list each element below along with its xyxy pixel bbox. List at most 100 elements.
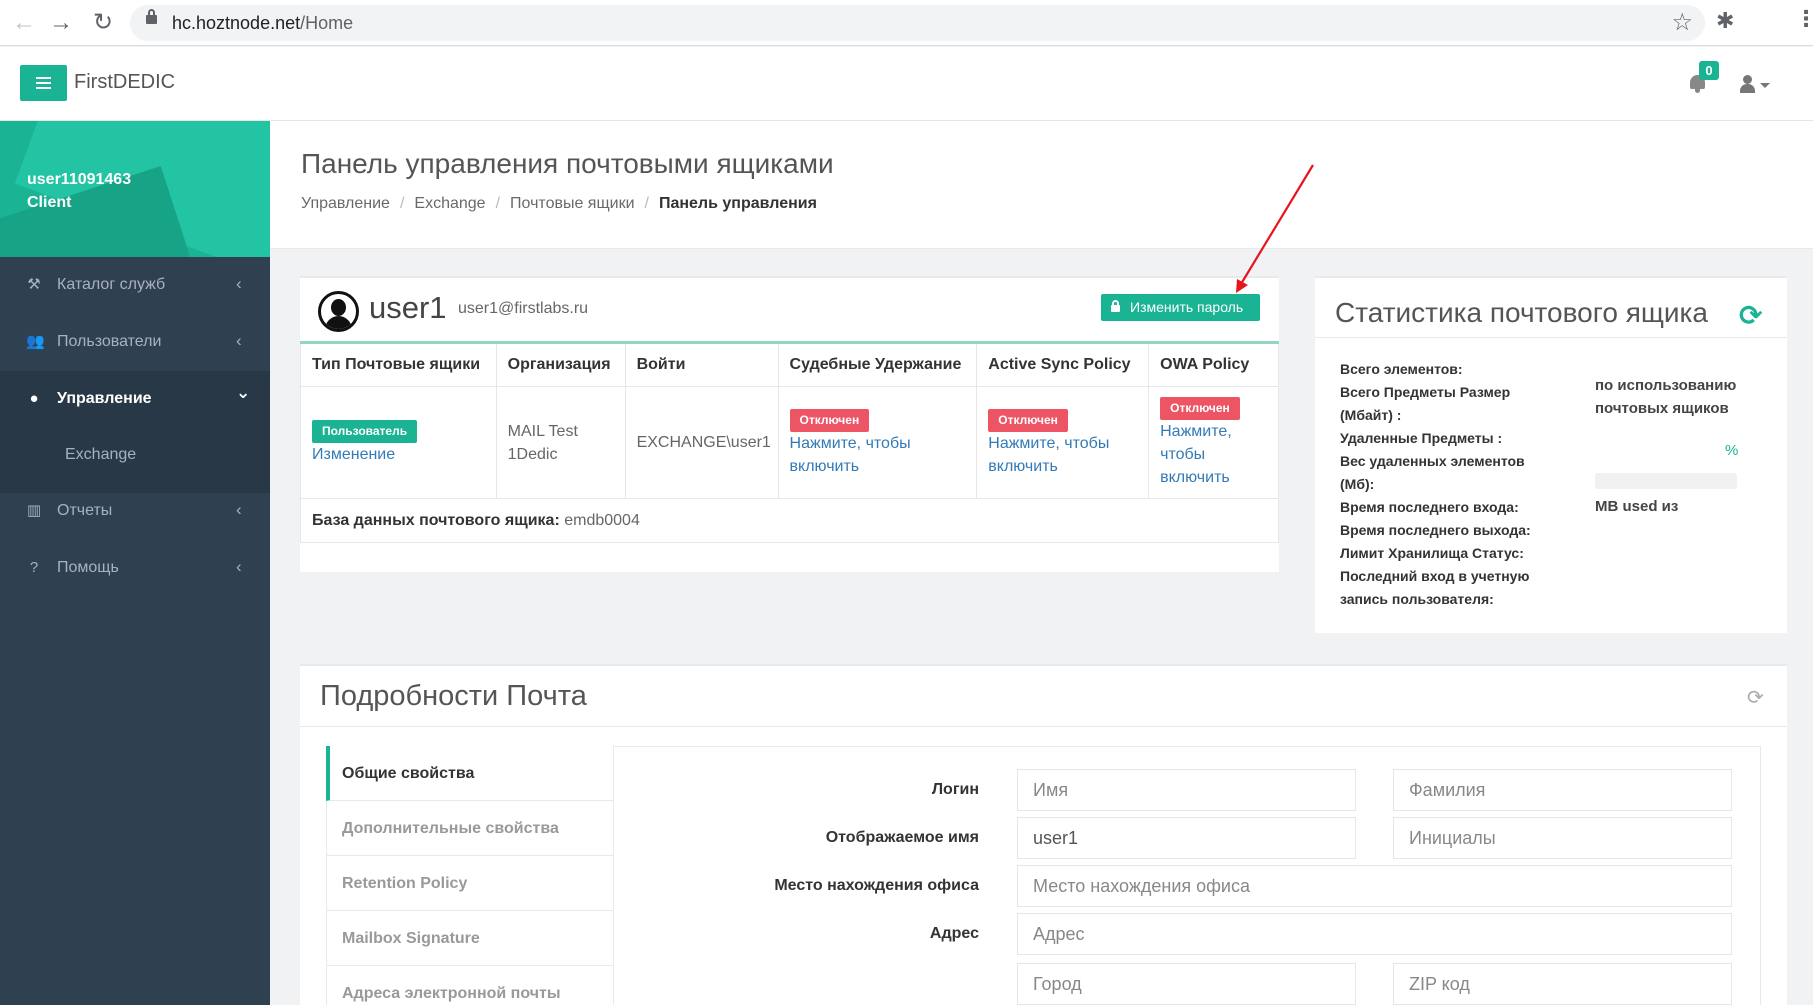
enable-owa-link[interactable]: Нажмите, чтобы включить	[1160, 420, 1240, 489]
page-title: Панель управления почтовыми ящиками	[301, 148, 834, 179]
bookmark-star-icon[interactable]: ☆	[1671, 8, 1693, 37]
breadcrumb-item[interactable]: Управление	[301, 195, 390, 212]
gavel-icon: ⚒	[27, 276, 41, 293]
reload-icon[interactable]: ↻	[88, 8, 118, 38]
breadcrumb-current: Панель управления	[658, 195, 817, 212]
tab-email-addresses[interactable]: Адреса электронной почты	[326, 966, 614, 1005]
refresh-icon[interactable]: ⟳	[1747, 685, 1764, 710]
url-path: /Home	[300, 13, 354, 33]
address-input[interactable]	[1017, 913, 1732, 955]
mailbox-summary-card: user1 user1@firstlabs.ru Изменить пароль…	[300, 276, 1279, 572]
sidebar-item-label: Пользователи	[57, 333, 162, 350]
chevron-down-icon: ⌄	[236, 383, 251, 402]
user-type-badge: Пользователь	[312, 420, 418, 443]
lock-icon	[1111, 300, 1120, 312]
office-input[interactable]	[1017, 865, 1732, 907]
usage-percent: %	[1725, 442, 1739, 459]
breadcrumb-separator: /	[399, 195, 405, 212]
breadcrumb-item[interactable]: Exchange	[414, 195, 485, 212]
stat-label: Время последнего выхода:	[1340, 522, 1531, 538]
tab-additional-properties[interactable]: Дополнительные свойства	[326, 801, 614, 856]
caret-down-icon	[1760, 83, 1770, 88]
question-circle-icon: ?	[29, 559, 39, 576]
address-bar[interactable]: hc.hoztnode.net/Home ☆	[130, 5, 1705, 41]
stats-keys: Всего элементов: Всего Предметы Размер (…	[1340, 358, 1555, 611]
enable-litigation-link[interactable]: Нажмите, чтобы включить	[790, 432, 920, 478]
users-icon: 👥	[26, 333, 45, 350]
database-value: emdb0004	[564, 512, 640, 529]
sidebar-subitem-exchange[interactable]: Exchange	[0, 428, 270, 483]
forward-arrow-icon[interactable]: →	[46, 8, 76, 38]
url-host: hc.hoztnode.net	[172, 13, 301, 33]
stats-title: Статистика почтового ящика	[1335, 297, 1708, 328]
office-label: Место нахождения офиса	[774, 877, 979, 894]
stat-label: Последний вход в учетную запись пользова…	[1340, 568, 1530, 607]
change-password-button[interactable]: Изменить пароль	[1101, 294, 1260, 321]
organization-cell: MAIL Test 1Dedic	[496, 386, 626, 499]
status-badge: Отключен	[1160, 397, 1240, 420]
first-name-input[interactable]	[1017, 769, 1356, 811]
stat-label: Вес удаленных элементов (Мб):	[1340, 453, 1525, 492]
extensions-icon[interactable]: ✱	[1716, 8, 1734, 34]
sidebar-item-label: Управление	[57, 390, 152, 407]
sidebar-item-help[interactable]: ? Помощь ‹	[0, 540, 270, 597]
tab-retention-policy[interactable]: Retention Policy	[326, 856, 614, 911]
mail-details-card: Подробности Почта ⟳ Общие свойства Допол…	[300, 664, 1787, 1005]
initials-input[interactable]	[1393, 817, 1732, 859]
last-name-input[interactable]	[1393, 769, 1732, 811]
stat-label: Всего Предметы Размер (Мбайт) :	[1340, 384, 1511, 423]
browser-menu-icon[interactable]: ⋮	[1795, 6, 1813, 32]
user-avatar-icon	[318, 291, 359, 332]
litigation-hold-cell: Отключен Нажмите, чтобы включить	[778, 386, 978, 499]
zip-input[interactable]	[1393, 963, 1732, 1005]
stat-label: Всего элементов:	[1340, 361, 1463, 377]
details-title: Подробности Почта	[320, 680, 587, 712]
owa-cell: Отключен Нажмите, чтобы включить	[1148, 386, 1279, 499]
column-header: Организация	[496, 342, 626, 387]
activesync-cell: Отключен Нажмите, чтобы включить	[976, 386, 1150, 499]
breadcrumb-separator: /	[495, 195, 501, 212]
globe-icon: ●	[29, 390, 39, 407]
chevron-left-icon: ‹	[236, 331, 242, 350]
sidebar-item-users[interactable]: 👥 Пользователи ‹	[0, 314, 270, 371]
type-cell: Пользователь Изменение	[300, 386, 497, 499]
edit-type-link[interactable]: Изменение	[312, 446, 395, 463]
profile-role: Client	[27, 194, 72, 211]
enable-activesync-link[interactable]: Нажмите, чтобы включить	[988, 432, 1118, 478]
table-row: Пользователь Изменение MAIL Test 1Dedic …	[300, 386, 1279, 499]
used-text: MB used из	[1595, 498, 1679, 515]
address-label: Адрес	[929, 925, 979, 942]
refresh-icon[interactable]: ⟳	[1739, 299, 1762, 332]
tab-mailbox-signature[interactable]: Mailbox Signature	[326, 911, 614, 966]
back-arrow-icon[interactable]: ←	[9, 8, 39, 38]
sidebar-item-service-catalog[interactable]: ⚒ Каталог служб ‹	[0, 257, 270, 314]
mailbox-name: user1	[369, 290, 447, 325]
login-cell: EXCHANGE\user1	[625, 386, 779, 499]
stat-label: Удаленные Предметы :	[1340, 430, 1503, 446]
breadcrumb-item[interactable]: Почтовые ящики	[510, 195, 634, 212]
change-password-label: Изменить пароль	[1130, 299, 1244, 315]
chevron-left-icon: ‹	[236, 557, 242, 576]
bar-chart-icon: ▥	[26, 502, 42, 519]
tab-general-properties[interactable]: Общие свойства	[326, 746, 614, 801]
hamburger-icon	[36, 82, 51, 84]
sidebar-item-reports[interactable]: ▥ Отчеты ‹	[0, 483, 270, 540]
brand-name: FirstDEDIC	[74, 71, 176, 93]
stat-label: Время последнего входа:	[1340, 499, 1519, 515]
sidebar-profile: user11091463 Client	[0, 121, 270, 257]
sidebar-item-label: Каталог служб	[57, 276, 166, 293]
display-name-input[interactable]	[1017, 817, 1356, 859]
table-header-row: Тип Почтовые ящики Организация Войти Суд…	[300, 342, 1279, 387]
profile-username: user11091463	[27, 171, 132, 188]
city-input[interactable]	[1017, 963, 1356, 1005]
hamburger-menu-button[interactable]	[20, 65, 67, 101]
user-menu-button[interactable]	[1740, 75, 1770, 95]
column-header: Тип Почтовые ящики	[300, 342, 497, 387]
column-header: Active Sync Policy	[976, 342, 1150, 387]
hamburger-icon	[36, 87, 51, 89]
sidebar-subitem-label: Exchange	[65, 446, 137, 463]
breadcrumb-separator: /	[644, 195, 649, 212]
database-label: База данных почтового ящика:	[312, 512, 560, 529]
login-label: Логин	[931, 781, 979, 798]
notification-badge: 0	[1699, 61, 1719, 80]
